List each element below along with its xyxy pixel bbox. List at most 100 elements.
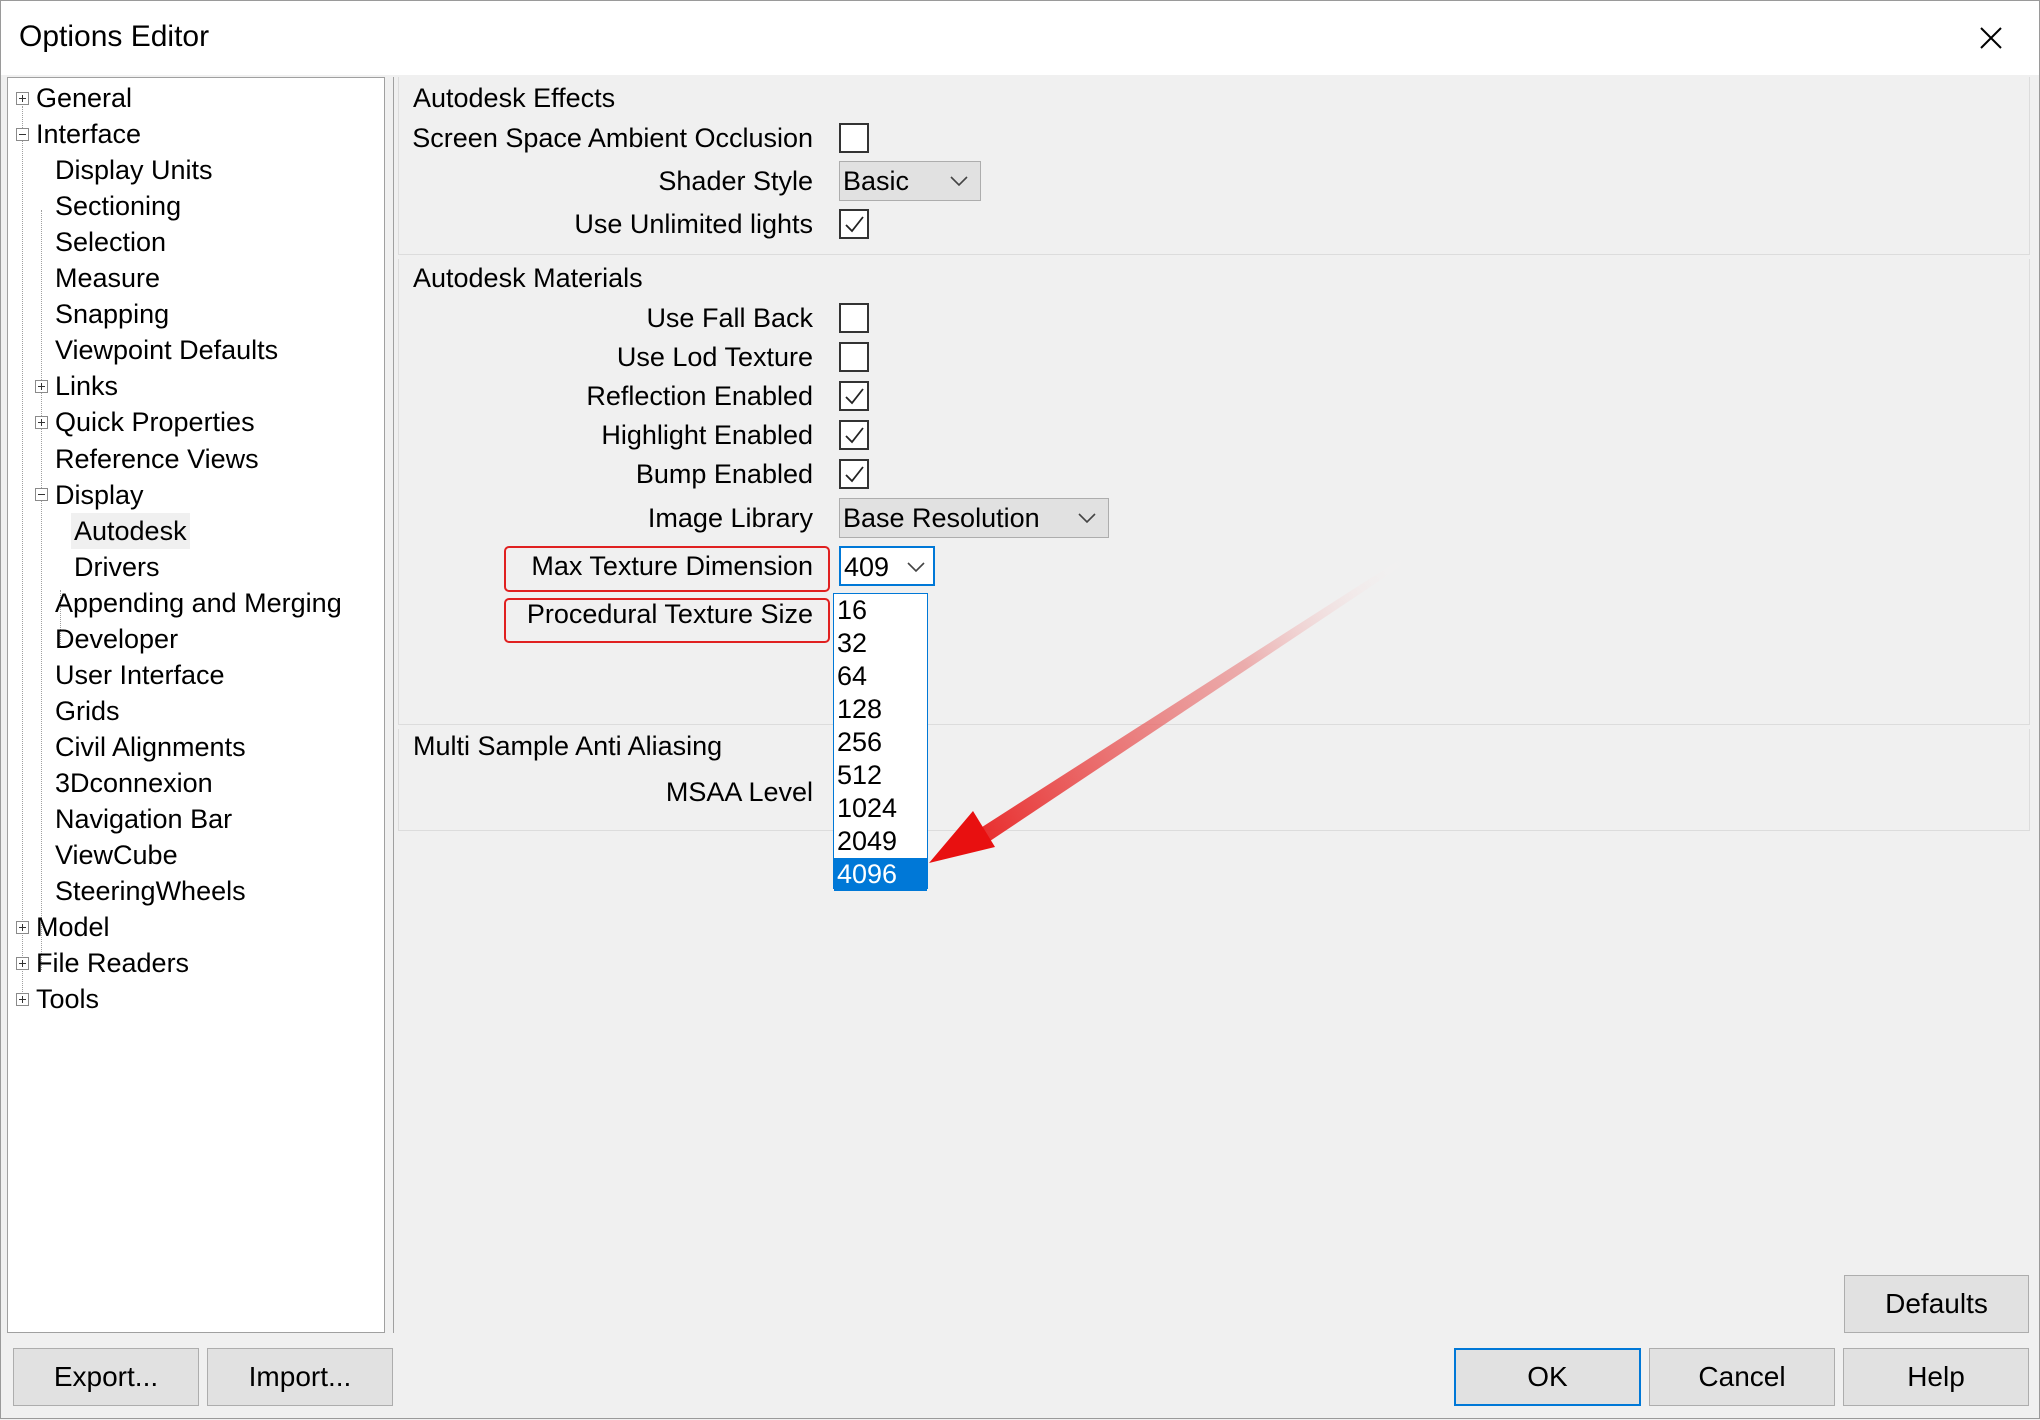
expand-icon[interactable] <box>35 379 48 393</box>
tree-item[interactable]: Model <box>16 909 113 945</box>
checkmark-icon <box>845 427 864 444</box>
unlimited-lights-checkbox[interactable] <box>839 209 869 239</box>
help-button[interactable]: Help <box>1843 1348 2029 1406</box>
tree-item-label: Grids <box>55 695 120 726</box>
dropdown-option[interactable]: 32 <box>834 627 927 660</box>
tree-item[interactable]: Tools <box>16 981 102 1017</box>
materials-group: Autodesk Materials Use Fall Back Use Lod… <box>398 259 2030 725</box>
tree-item[interactable]: Navigation Bar <box>52 801 235 837</box>
dropdown-option[interactable]: 64 <box>834 660 927 693</box>
dropdown-option[interactable]: 16 <box>834 594 927 627</box>
expand-icon[interactable] <box>16 920 29 934</box>
tree-item-label: Tools <box>36 984 100 1015</box>
checkmark-icon <box>845 216 864 233</box>
tree-item[interactable]: Reference Views <box>52 441 262 477</box>
checkmark-icon <box>845 466 864 483</box>
reflection-checkbox[interactable] <box>839 381 869 411</box>
bump-checkbox[interactable] <box>839 459 869 489</box>
close-button[interactable] <box>1943 1 2039 75</box>
max-texture-dropdown-list[interactable]: 16 32 64 128 256 512 1024 2049 4096 <box>833 593 928 891</box>
tree-item[interactable]: Display <box>35 477 147 513</box>
tree-item[interactable]: Civil Alignments <box>52 729 249 765</box>
expand-icon[interactable] <box>16 992 29 1006</box>
highlight-label: Highlight Enabled <box>601 420 813 450</box>
dropdown-option[interactable]: 128 <box>834 693 927 726</box>
chevron-down-icon <box>950 176 968 187</box>
fall-back-label: Use Fall Back <box>646 303 813 333</box>
max-texture-value: 409 <box>844 552 890 582</box>
tree-item-label: Drivers <box>74 551 160 582</box>
highlight-checkbox[interactable] <box>839 420 869 450</box>
tree-item[interactable]: User Interface <box>52 657 228 693</box>
tree-item-label: Autodesk <box>71 512 190 549</box>
tree-item[interactable]: Selection <box>52 224 169 260</box>
expand-icon[interactable] <box>16 956 29 970</box>
options-tree[interactable]: General Interface Display Units Sectioning S… <box>7 77 385 1333</box>
tree-item-label: Navigation Bar <box>55 804 233 834</box>
expand-icon[interactable] <box>35 415 48 429</box>
ok-button[interactable]: OK <box>1454 1348 1641 1406</box>
collapse-icon[interactable] <box>35 488 48 502</box>
tree-item[interactable]: 3Dconnexion <box>52 765 216 801</box>
tree-item-label: ViewCube <box>55 840 178 871</box>
expand-icon[interactable] <box>16 91 29 105</box>
tree-item[interactable]: Autodesk <box>71 512 190 549</box>
cancel-button[interactable]: Cancel <box>1649 1348 1835 1406</box>
chevron-down-icon <box>907 562 925 573</box>
tree-item[interactable]: ViewCube <box>52 837 181 873</box>
bump-label: Bump Enabled <box>635 459 813 489</box>
tree-item[interactable]: Appending and Merging <box>52 585 345 621</box>
tree-item[interactable]: Viewpoint Defaults <box>52 332 281 368</box>
tree-item[interactable]: SteeringWheels <box>52 873 249 909</box>
checkmark-icon <box>845 388 864 405</box>
dropdown-option[interactable]: 512 <box>834 759 927 792</box>
tree-item[interactable]: Snapping <box>52 296 172 332</box>
tree-item[interactable]: Grids <box>52 693 123 729</box>
close-icon <box>1980 27 2002 49</box>
dropdown-option[interactable]: 1024 <box>834 792 927 825</box>
tree-item[interactable]: General <box>16 80 135 116</box>
image-library-value: Base Resolution <box>843 503 1040 533</box>
tree-item-label: Interface <box>36 119 142 150</box>
tree-item[interactable]: Quick Properties <box>35 404 258 440</box>
tree-item[interactable]: Developer <box>52 621 181 657</box>
lod-texture-checkbox[interactable] <box>839 342 869 372</box>
shader-style-select[interactable]: Basic <box>839 161 981 201</box>
collapse-icon[interactable] <box>16 127 29 141</box>
defaults-button[interactable]: Defaults <box>1844 1275 2029 1333</box>
fall-back-checkbox[interactable] <box>839 303 869 333</box>
effects-group: Autodesk Effects Screen Space Ambient Oc… <box>398 77 2030 255</box>
effects-group-title: Autodesk Effects <box>413 83 616 113</box>
tree-item[interactable]: Interface <box>16 116 144 152</box>
options-editor-window: Options Editor General Interface Display U… <box>0 0 2040 1419</box>
tree-item-label: 3Dconnexion <box>55 767 213 798</box>
tree-item-label: Sectioning <box>55 191 182 222</box>
tree-item-label: General <box>36 83 133 113</box>
tree-guide-line <box>41 210 42 970</box>
tree-item[interactable]: Sectioning <box>52 188 184 224</box>
tree-item[interactable]: Measure <box>52 260 163 296</box>
tree-item-label: Selection <box>55 227 167 258</box>
tree-item[interactable]: Display Units <box>52 152 216 188</box>
msaa-group: Multi Sample Anti Aliasing MSAA Level <box>398 729 2030 831</box>
ssao-checkbox[interactable] <box>839 123 869 153</box>
dropdown-option[interactable]: 2049 <box>834 825 927 858</box>
tree-item-label: Civil Alignments <box>55 731 246 762</box>
tree-item[interactable]: Links <box>35 368 121 404</box>
import-button[interactable]: Import... <box>207 1348 393 1406</box>
tree-item[interactable]: File Readers <box>16 945 192 981</box>
max-texture-select[interactable]: 409 <box>839 546 935 586</box>
msaa-level-label: MSAA Level <box>665 777 813 807</box>
annotation-box-procedural <box>504 598 830 643</box>
image-library-select[interactable]: Base Resolution <box>839 498 1109 538</box>
annotation-box-max-texture <box>504 546 830 592</box>
dropdown-option[interactable]: 256 <box>834 726 927 759</box>
tree-item-label: Measure <box>55 263 161 294</box>
tree-item-label: Developer <box>55 623 179 654</box>
dropdown-option[interactable]: 4096 <box>834 858 927 891</box>
lod-texture-label: Use Lod Texture <box>616 342 813 372</box>
tree-item[interactable]: Drivers <box>71 549 163 585</box>
tree-item-label: Display Units <box>55 155 213 186</box>
image-library-label: Image Library <box>647 503 813 533</box>
export-button[interactable]: Export... <box>13 1348 199 1406</box>
